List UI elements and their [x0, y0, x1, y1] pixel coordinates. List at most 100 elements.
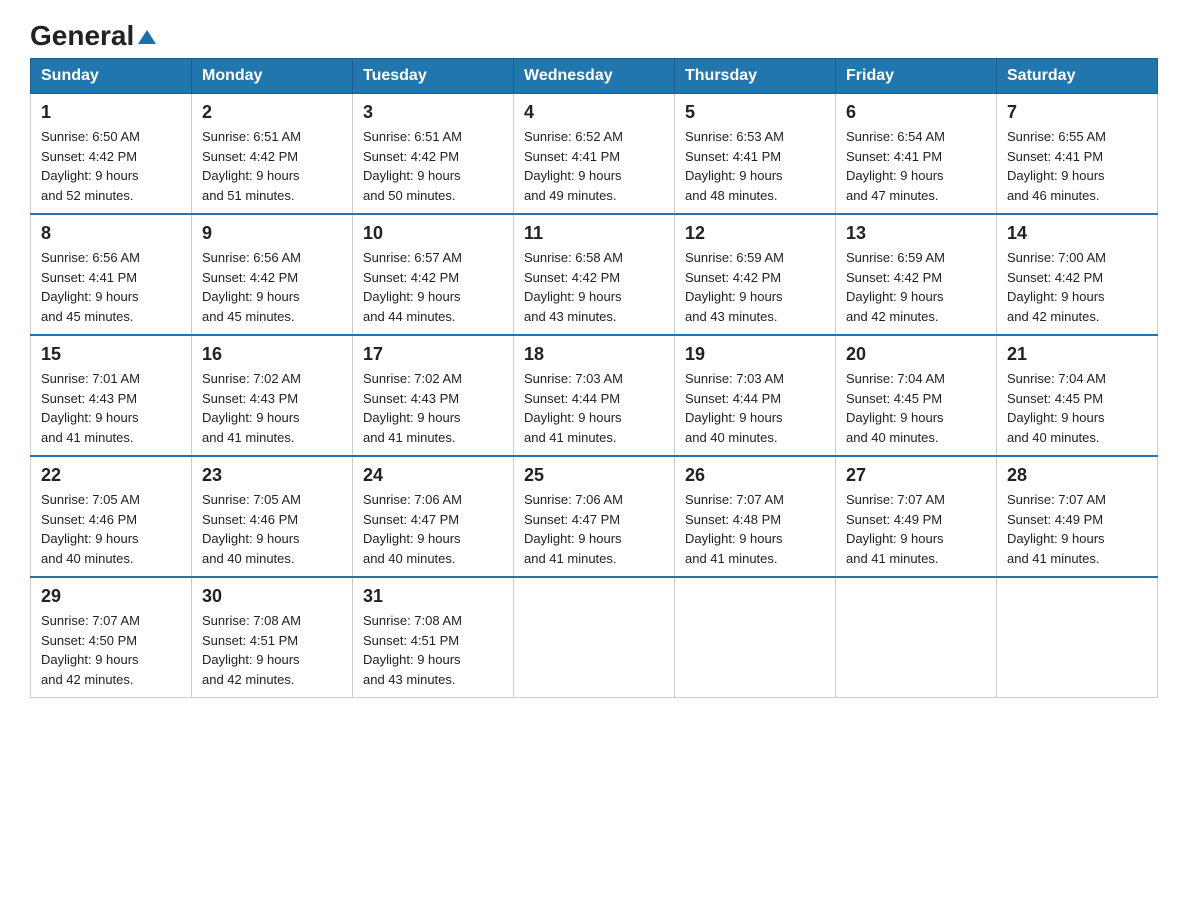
header-saturday: Saturday: [997, 59, 1158, 94]
day-info: Sunrise: 6:58 AMSunset: 4:42 PMDaylight:…: [524, 250, 623, 324]
calendar-day-14: 14 Sunrise: 7:00 AMSunset: 4:42 PMDaylig…: [997, 214, 1158, 335]
day-info: Sunrise: 7:02 AMSunset: 4:43 PMDaylight:…: [363, 371, 462, 445]
day-info: Sunrise: 7:08 AMSunset: 4:51 PMDaylight:…: [202, 613, 301, 687]
day-info: Sunrise: 6:59 AMSunset: 4:42 PMDaylight:…: [685, 250, 784, 324]
day-number: 6: [846, 102, 986, 123]
calendar-table: SundayMondayTuesdayWednesdayThursdayFrid…: [30, 58, 1158, 698]
calendar-day-11: 11 Sunrise: 6:58 AMSunset: 4:42 PMDaylig…: [514, 214, 675, 335]
day-number: 5: [685, 102, 825, 123]
calendar-day-29: 29 Sunrise: 7:07 AMSunset: 4:50 PMDaylig…: [31, 577, 192, 698]
calendar-empty-cell: [997, 577, 1158, 698]
header-sunday: Sunday: [31, 59, 192, 94]
header-thursday: Thursday: [675, 59, 836, 94]
calendar-header-row: SundayMondayTuesdayWednesdayThursdayFrid…: [31, 59, 1158, 94]
day-info: Sunrise: 6:50 AMSunset: 4:42 PMDaylight:…: [41, 129, 140, 203]
calendar-day-20: 20 Sunrise: 7:04 AMSunset: 4:45 PMDaylig…: [836, 335, 997, 456]
calendar-day-27: 27 Sunrise: 7:07 AMSunset: 4:49 PMDaylig…: [836, 456, 997, 577]
calendar-day-15: 15 Sunrise: 7:01 AMSunset: 4:43 PMDaylig…: [31, 335, 192, 456]
calendar-day-25: 25 Sunrise: 7:06 AMSunset: 4:47 PMDaylig…: [514, 456, 675, 577]
day-info: Sunrise: 6:54 AMSunset: 4:41 PMDaylight:…: [846, 129, 945, 203]
calendar-day-30: 30 Sunrise: 7:08 AMSunset: 4:51 PMDaylig…: [192, 577, 353, 698]
day-number: 11: [524, 223, 664, 244]
header-tuesday: Tuesday: [353, 59, 514, 94]
calendar-day-8: 8 Sunrise: 6:56 AMSunset: 4:41 PMDayligh…: [31, 214, 192, 335]
page-header: General: [30, 20, 1158, 48]
calendar-week-row: 22 Sunrise: 7:05 AMSunset: 4:46 PMDaylig…: [31, 456, 1158, 577]
day-info: Sunrise: 7:06 AMSunset: 4:47 PMDaylight:…: [363, 492, 462, 566]
day-info: Sunrise: 7:02 AMSunset: 4:43 PMDaylight:…: [202, 371, 301, 445]
calendar-day-10: 10 Sunrise: 6:57 AMSunset: 4:42 PMDaylig…: [353, 214, 514, 335]
day-number: 23: [202, 465, 342, 486]
calendar-week-row: 15 Sunrise: 7:01 AMSunset: 4:43 PMDaylig…: [31, 335, 1158, 456]
day-number: 21: [1007, 344, 1147, 365]
day-number: 27: [846, 465, 986, 486]
day-info: Sunrise: 7:03 AMSunset: 4:44 PMDaylight:…: [685, 371, 784, 445]
day-info: Sunrise: 7:03 AMSunset: 4:44 PMDaylight:…: [524, 371, 623, 445]
day-info: Sunrise: 7:06 AMSunset: 4:47 PMDaylight:…: [524, 492, 623, 566]
day-info: Sunrise: 7:05 AMSunset: 4:46 PMDaylight:…: [41, 492, 140, 566]
day-number: 22: [41, 465, 181, 486]
header-friday: Friday: [836, 59, 997, 94]
day-number: 20: [846, 344, 986, 365]
day-info: Sunrise: 7:04 AMSunset: 4:45 PMDaylight:…: [846, 371, 945, 445]
day-info: Sunrise: 7:05 AMSunset: 4:46 PMDaylight:…: [202, 492, 301, 566]
day-info: Sunrise: 7:07 AMSunset: 4:49 PMDaylight:…: [1007, 492, 1106, 566]
day-info: Sunrise: 7:04 AMSunset: 4:45 PMDaylight:…: [1007, 371, 1106, 445]
calendar-empty-cell: [514, 577, 675, 698]
calendar-empty-cell: [675, 577, 836, 698]
day-info: Sunrise: 7:07 AMSunset: 4:50 PMDaylight:…: [41, 613, 140, 687]
day-number: 16: [202, 344, 342, 365]
day-info: Sunrise: 7:07 AMSunset: 4:48 PMDaylight:…: [685, 492, 784, 566]
calendar-day-18: 18 Sunrise: 7:03 AMSunset: 4:44 PMDaylig…: [514, 335, 675, 456]
calendar-day-22: 22 Sunrise: 7:05 AMSunset: 4:46 PMDaylig…: [31, 456, 192, 577]
day-number: 13: [846, 223, 986, 244]
calendar-day-4: 4 Sunrise: 6:52 AMSunset: 4:41 PMDayligh…: [514, 94, 675, 215]
day-info: Sunrise: 6:53 AMSunset: 4:41 PMDaylight:…: [685, 129, 784, 203]
calendar-day-6: 6 Sunrise: 6:54 AMSunset: 4:41 PMDayligh…: [836, 94, 997, 215]
day-number: 1: [41, 102, 181, 123]
day-number: 9: [202, 223, 342, 244]
calendar-day-3: 3 Sunrise: 6:51 AMSunset: 4:42 PMDayligh…: [353, 94, 514, 215]
calendar-day-28: 28 Sunrise: 7:07 AMSunset: 4:49 PMDaylig…: [997, 456, 1158, 577]
day-info: Sunrise: 7:00 AMSunset: 4:42 PMDaylight:…: [1007, 250, 1106, 324]
calendar-week-row: 1 Sunrise: 6:50 AMSunset: 4:42 PMDayligh…: [31, 94, 1158, 215]
calendar-day-12: 12 Sunrise: 6:59 AMSunset: 4:42 PMDaylig…: [675, 214, 836, 335]
day-info: Sunrise: 7:07 AMSunset: 4:49 PMDaylight:…: [846, 492, 945, 566]
day-number: 28: [1007, 465, 1147, 486]
day-number: 3: [363, 102, 503, 123]
day-info: Sunrise: 6:56 AMSunset: 4:41 PMDaylight:…: [41, 250, 140, 324]
calendar-day-9: 9 Sunrise: 6:56 AMSunset: 4:42 PMDayligh…: [192, 214, 353, 335]
calendar-day-21: 21 Sunrise: 7:04 AMSunset: 4:45 PMDaylig…: [997, 335, 1158, 456]
calendar-day-23: 23 Sunrise: 7:05 AMSunset: 4:46 PMDaylig…: [192, 456, 353, 577]
day-number: 31: [363, 586, 503, 607]
day-number: 18: [524, 344, 664, 365]
calendar-day-1: 1 Sunrise: 6:50 AMSunset: 4:42 PMDayligh…: [31, 94, 192, 215]
day-number: 26: [685, 465, 825, 486]
day-number: 12: [685, 223, 825, 244]
header-wednesday: Wednesday: [514, 59, 675, 94]
calendar-week-row: 29 Sunrise: 7:07 AMSunset: 4:50 PMDaylig…: [31, 577, 1158, 698]
day-number: 19: [685, 344, 825, 365]
day-info: Sunrise: 7:01 AMSunset: 4:43 PMDaylight:…: [41, 371, 140, 445]
day-number: 17: [363, 344, 503, 365]
day-info: Sunrise: 6:55 AMSunset: 4:41 PMDaylight:…: [1007, 129, 1106, 203]
day-number: 4: [524, 102, 664, 123]
calendar-day-2: 2 Sunrise: 6:51 AMSunset: 4:42 PMDayligh…: [192, 94, 353, 215]
calendar-week-row: 8 Sunrise: 6:56 AMSunset: 4:41 PMDayligh…: [31, 214, 1158, 335]
day-info: Sunrise: 6:56 AMSunset: 4:42 PMDaylight:…: [202, 250, 301, 324]
day-info: Sunrise: 6:51 AMSunset: 4:42 PMDaylight:…: [202, 129, 301, 203]
logo-general-text: General: [30, 20, 134, 52]
logo: General: [30, 20, 156, 48]
calendar-day-26: 26 Sunrise: 7:07 AMSunset: 4:48 PMDaylig…: [675, 456, 836, 577]
day-number: 2: [202, 102, 342, 123]
calendar-day-31: 31 Sunrise: 7:08 AMSunset: 4:51 PMDaylig…: [353, 577, 514, 698]
calendar-day-7: 7 Sunrise: 6:55 AMSunset: 4:41 PMDayligh…: [997, 94, 1158, 215]
day-info: Sunrise: 7:08 AMSunset: 4:51 PMDaylight:…: [363, 613, 462, 687]
calendar-day-16: 16 Sunrise: 7:02 AMSunset: 4:43 PMDaylig…: [192, 335, 353, 456]
calendar-day-17: 17 Sunrise: 7:02 AMSunset: 4:43 PMDaylig…: [353, 335, 514, 456]
calendar-empty-cell: [836, 577, 997, 698]
day-number: 24: [363, 465, 503, 486]
day-number: 30: [202, 586, 342, 607]
day-info: Sunrise: 6:59 AMSunset: 4:42 PMDaylight:…: [846, 250, 945, 324]
calendar-day-13: 13 Sunrise: 6:59 AMSunset: 4:42 PMDaylig…: [836, 214, 997, 335]
